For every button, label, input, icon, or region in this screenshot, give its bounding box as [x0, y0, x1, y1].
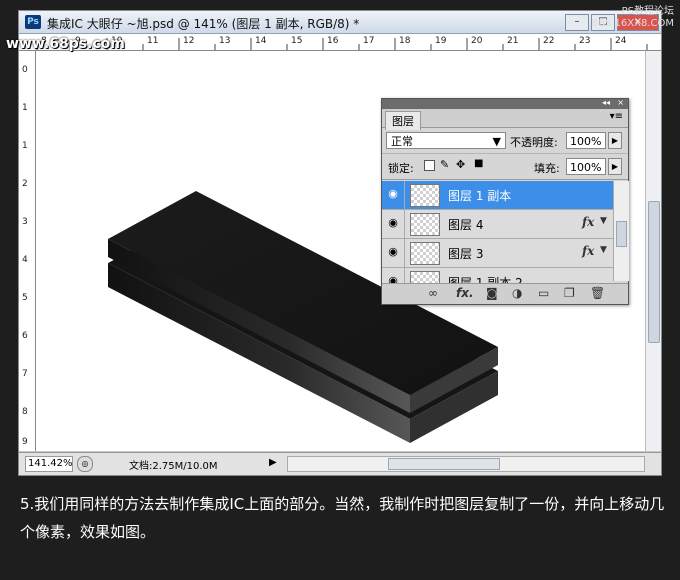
tab-layers[interactable]: 图层 [385, 111, 421, 130]
layer-effects-icon[interactable]: fx [582, 215, 594, 229]
layers-scrollbar[interactable] [613, 181, 629, 281]
panel-footer: ∞ fx. ◙ ◑ ▭ ❐ 🗑 [382, 283, 628, 304]
ruler-label: 1 [22, 141, 28, 151]
vertical-ruler: 0 1 1 2 3 4 5 6 7 8 9 [19, 51, 36, 451]
layer-row[interactable]: ◉ 图层 4 fx ▼ [382, 210, 613, 239]
opacity-slider-button[interactable]: ▶ [608, 132, 622, 149]
lock-label: 锁定: [388, 162, 414, 175]
layer-name: 图层 3 [448, 247, 484, 261]
lock-row: 锁定: ✎ ✥ ■ 填充: 100% ▶ [382, 155, 628, 180]
fill-slider-button[interactable]: ▶ [608, 158, 622, 175]
minimize-button[interactable]: – [565, 14, 589, 31]
fill-label: 填充: [534, 162, 560, 175]
ruler-label: 4 [22, 255, 28, 265]
forum-watermark-line1: PS教程论坛 [621, 6, 674, 17]
horizontal-scrollbar[interactable] [287, 456, 645, 472]
ruler-label: 22 [543, 36, 555, 46]
forum-watermark-line2: BBS.16XX8.COM [591, 18, 674, 29]
panel-menu-icon[interactable]: ▾≡ [610, 111, 623, 122]
scroll-thumb[interactable] [616, 221, 627, 247]
visibility-cell: ◉ [382, 210, 405, 238]
lock-transparency-icon[interactable] [424, 160, 435, 171]
ruler-label: 0 [22, 65, 28, 75]
expand-effects-icon[interactable]: ▼ [600, 216, 607, 226]
trash-icon[interactable]: 🗑 [590, 286, 605, 300]
ruler-label: 11 [147, 36, 159, 46]
visibility-cell: ◉ [382, 181, 405, 209]
ruler-label: 8 [22, 407, 28, 417]
fx-icon[interactable]: fx. [456, 286, 474, 300]
photoshop-window: Ps 集成IC 大眼仔 ~旭.psd @ 141% (图层 1 副本, RGB/… [18, 10, 662, 476]
panel-header-bar: ◂◂ × [382, 98, 628, 109]
group-icon[interactable]: ▭ [538, 286, 549, 300]
ruler-label: 7 [22, 369, 28, 379]
photoshop-app-icon: Ps [25, 15, 41, 29]
ruler-label: 1 [22, 103, 28, 113]
lock-all-icon[interactable]: ■ [474, 158, 483, 169]
eye-icon[interactable]: ◉ [386, 245, 400, 259]
ruler-label: 9 [22, 437, 28, 447]
ruler-label: 15 [291, 36, 303, 46]
ruler-label: 13 [219, 36, 231, 46]
expand-effects-icon[interactable]: ▼ [600, 245, 607, 255]
ruler-label: 2 [22, 179, 28, 189]
layer-row[interactable]: ◉ 图层 1 副本 2 [382, 268, 613, 284]
blend-mode-select[interactable]: 正常 ▼ [386, 132, 506, 149]
scroll-thumb[interactable] [648, 201, 660, 343]
layer-name: 图层 4 [448, 218, 484, 232]
document-title: 集成IC 大眼仔 ~旭.psd @ 141% (图层 1 副本, RGB/8) … [47, 17, 360, 31]
ruler-label: 5 [22, 293, 28, 303]
layer-thumbnail [410, 184, 440, 207]
new-layer-icon[interactable]: ❐ [564, 286, 575, 300]
opacity-label: 不透明度: [510, 136, 558, 149]
layer-row[interactable]: ◉ 图层 1 副本 [382, 181, 613, 210]
ruler-label: 21 [507, 36, 519, 46]
layer-effects-icon[interactable]: fx [582, 244, 594, 258]
ruler-label: 19 [435, 36, 447, 46]
ruler-label: 17 [363, 36, 375, 46]
tutorial-caption: 5.我们用同样的方法去制作集成IC上面的部分。当然，我制作时把图层复制了一份，并… [20, 495, 665, 541]
forum-watermark: PS教程论坛 BBS.16XX8.COM [591, 6, 674, 30]
eye-icon[interactable]: ◉ [386, 216, 400, 230]
close-panel-icon[interactable]: × [617, 98, 624, 107]
panel-tab-bar: 图层 ▾≡ [382, 109, 628, 130]
mask-icon[interactable]: ◙ [486, 286, 498, 300]
layers-panel: ◂◂ × 图层 ▾≡ 正常 ▼ 不透明度: 100% ▶ 锁定: ✎ ✥ ■ 填… [381, 98, 629, 305]
adjustment-icon[interactable]: ◑ [512, 286, 522, 300]
ruler-label: 16 [327, 36, 339, 46]
site-watermark: www.68ps.com [6, 36, 125, 52]
info-icon[interactable]: ◎ [77, 456, 93, 472]
link-icon[interactable]: ∞ [428, 286, 438, 300]
ruler-label: 18 [399, 36, 411, 46]
lock-paint-icon[interactable]: ✎ [440, 158, 449, 171]
ruler-label: 23 [579, 36, 591, 46]
layer-thumbnail [410, 213, 440, 236]
scroll-thumb[interactable] [388, 458, 500, 470]
layer-row[interactable]: ◉ 图层 3 fx ▼ [382, 239, 613, 268]
status-arrow-icon[interactable]: ▶ [269, 457, 277, 468]
ruler-label: 14 [255, 36, 267, 46]
lock-move-icon[interactable]: ✥ [456, 158, 465, 171]
status-bar: 141.42% ◎ 文档:2.75M/10.0M ▶ [19, 452, 661, 475]
eye-icon[interactable]: ◉ [386, 187, 400, 201]
zoom-level-field[interactable]: 141.42% [25, 456, 73, 472]
title-bar: Ps 集成IC 大眼仔 ~旭.psd @ 141% (图层 1 副本, RGB/… [19, 11, 661, 34]
collapse-icon[interactable]: ◂◂ [602, 98, 610, 107]
vertical-scrollbar[interactable] [645, 51, 661, 451]
ruler-label: 6 [22, 331, 28, 341]
visibility-cell: ◉ [382, 239, 405, 267]
blend-mode-value: 正常 [391, 135, 413, 148]
ruler-label: 12 [183, 36, 195, 46]
ruler-label: 24 [615, 36, 627, 46]
visibility-cell: ◉ [382, 268, 405, 283]
chevron-down-icon: ▼ [492, 135, 501, 148]
document-size-info: 文档:2.75M/10.0M [129, 461, 218, 472]
opacity-field[interactable]: 100% [566, 132, 606, 149]
layer-name: 图层 1 副本 [448, 189, 512, 203]
layer-thumbnail [410, 242, 440, 265]
ruler-label: 3 [22, 217, 28, 227]
blend-row: 正常 ▼ 不透明度: 100% ▶ [382, 129, 628, 154]
fill-field[interactable]: 100% [566, 158, 606, 175]
ruler-label: 20 [471, 36, 483, 46]
